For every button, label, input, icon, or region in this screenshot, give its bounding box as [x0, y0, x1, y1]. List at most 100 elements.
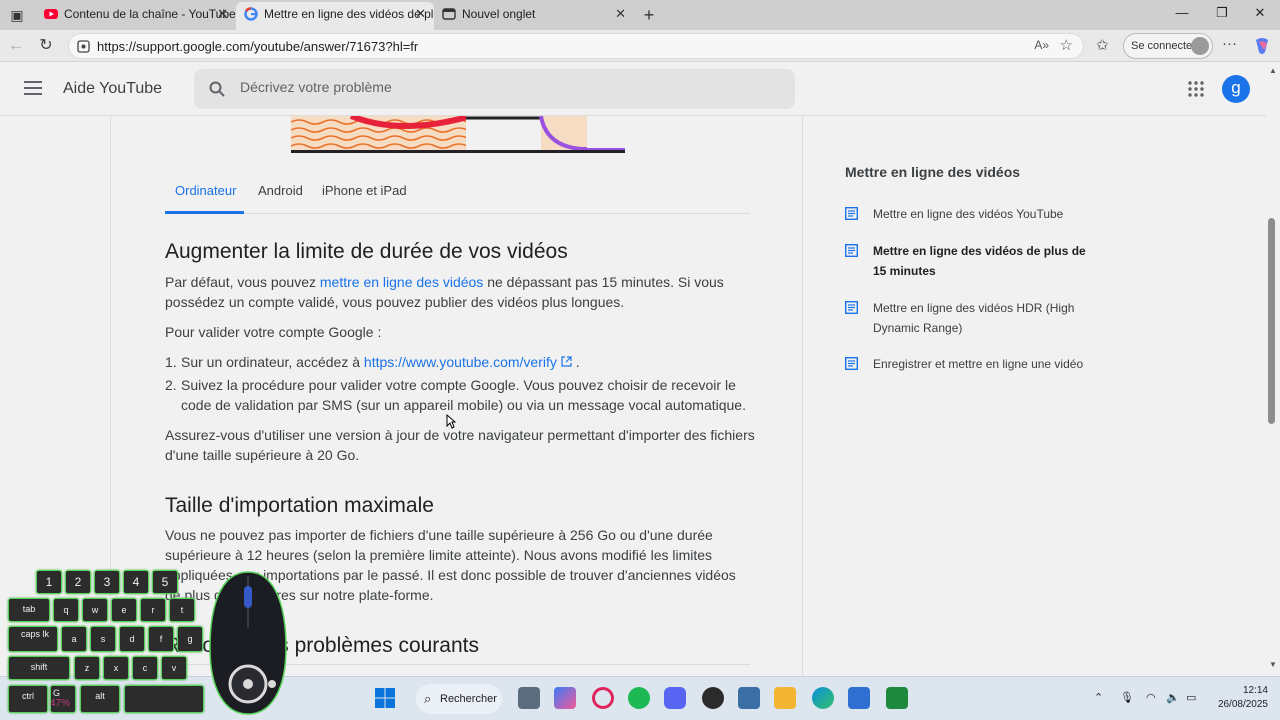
key-r: r [140, 598, 166, 622]
key-3: 3 [94, 570, 120, 594]
sidebar-title: Mettre en ligne des vidéos [845, 164, 1021, 180]
key-5: 5 [152, 570, 178, 594]
taskbar-search[interactable]: ⌕ Rechercher [416, 684, 502, 714]
list-number: 1. [165, 354, 177, 370]
google-icon [244, 7, 258, 21]
task-view-icon[interactable] [518, 687, 540, 709]
device-tabs: Ordinateur Android iPhone et iPad [165, 174, 750, 214]
article-icon [845, 301, 858, 314]
new-tab-button[interactable]: + [640, 6, 658, 24]
search-icon [209, 81, 225, 97]
tab-youtube-studio[interactable]: Contenu de la chaîne - YouTube S ✕ [36, 2, 236, 30]
key-4: 4 [123, 570, 149, 594]
help-search-box[interactable] [194, 69, 795, 109]
sign-in-label: Se connecter [1131, 40, 1196, 52]
key-shift: shift [8, 656, 70, 680]
key-1: 1 [36, 570, 62, 594]
taskbar-clock[interactable]: 12:14 26/08/2025 [1210, 684, 1268, 712]
microphone-icon[interactable]: 🎙 [1120, 691, 1134, 704]
tab-iphone-ipad[interactable]: iPhone et iPad [322, 183, 407, 198]
paragraph-verify-intro: Pour valider votre compte Google : [165, 324, 382, 340]
tab-title: Mettre en ligne des vidéos de plu [264, 7, 434, 21]
scrollbar-thumb[interactable] [1268, 218, 1275, 424]
copilot-app-icon[interactable] [554, 687, 576, 709]
copilot-icon[interactable] [1252, 36, 1272, 56]
article-icon [845, 207, 858, 220]
key-alt: alt [80, 685, 120, 713]
mouse-cursor-icon [446, 414, 456, 429]
help-center-title[interactable]: Aide YouTube [63, 80, 162, 98]
key-caps-lock: caps lk [8, 626, 58, 652]
editor-app-icon[interactable] [848, 687, 870, 709]
list-number: 2. [165, 377, 177, 393]
account-avatar[interactable]: g [1222, 75, 1250, 103]
list-text: Sur un ordinateur, accédez à https://www… [181, 352, 755, 372]
tab-title: Nouvel onglet [462, 7, 536, 21]
favorites-icon[interactable]: ✩ [1096, 36, 1109, 54]
key-tab: tab [8, 598, 50, 622]
more-menu-icon[interactable]: ··· [1222, 35, 1237, 52]
article-icon [845, 244, 858, 257]
discord-icon[interactable] [664, 687, 686, 709]
sidebar-item-label: Enregistrer et mettre en ligne une vidéo [873, 357, 1084, 371]
taskbar-search-label: Rechercher [440, 693, 497, 705]
minimize-icon[interactable]: — [1172, 5, 1192, 20]
close-tab-icon[interactable]: ✕ [217, 2, 228, 26]
file-explorer-icon[interactable] [774, 687, 796, 709]
key-f: f [148, 626, 174, 652]
search-icon: ⌕ [424, 691, 432, 706]
hero-illustration [291, 116, 625, 153]
opera-icon[interactable] [592, 687, 614, 709]
store-icon[interactable] [738, 687, 760, 709]
link-verify[interactable]: https://www.youtube.com/verify [364, 354, 557, 370]
browser-toolbar: ← ↻ https://support.google.com/youtube/a… [0, 30, 1280, 62]
key-q: q [53, 598, 79, 622]
sidebar-item-label: Mettre en ligne des vidéos HDR (High Dyn… [873, 301, 1075, 335]
start-icon[interactable] [374, 687, 396, 709]
clock-date: 26/08/2025 [1217, 699, 1268, 710]
edge-icon[interactable] [812, 687, 834, 709]
close-tab-icon[interactable]: ✕ [615, 2, 626, 26]
help-header: Aide YouTube g [0, 62, 1266, 116]
sidebar-item-label: Mettre en ligne des vidéos de plus de 15… [873, 244, 1086, 278]
main-menu-icon[interactable] [24, 81, 42, 95]
steam-icon[interactable] [702, 687, 724, 709]
tab-android[interactable]: Android [258, 183, 303, 198]
sign-in-button[interactable]: Se connecter [1123, 33, 1213, 59]
close-window-icon[interactable]: ✕ [1250, 5, 1270, 21]
active-tab-indicator [165, 211, 244, 214]
paragraph-browser-note: Assurez-vous d'utiliser une version à jo… [165, 427, 755, 463]
key-s: s [90, 626, 116, 652]
battery-icon[interactable]: ▭ [1186, 691, 1196, 704]
wifi-icon[interactable]: ◠ [1146, 691, 1156, 704]
volume-icon[interactable]: 🔈 [1166, 691, 1180, 704]
favorite-star-icon[interactable]: ☆ [1060, 36, 1073, 54]
spotify-icon[interactable] [628, 687, 650, 709]
tab-title: Contenu de la chaîne - YouTube S [64, 7, 236, 21]
scroll-down-icon[interactable]: ▼ [1269, 660, 1277, 669]
apps-grid-icon[interactable] [1188, 81, 1204, 97]
tab-help-article[interactable]: Mettre en ligne des vidéos de plu ✕ [236, 2, 434, 30]
scroll-up-icon[interactable]: ▲ [1269, 66, 1277, 75]
section-heading-duration: Augmenter la limite de durée de vos vidé… [165, 240, 568, 263]
address-bar[interactable]: https://support.google.com/youtube/answe… [68, 33, 1084, 59]
newtab-icon [442, 8, 456, 20]
key-ctrl: ctrl [8, 685, 48, 713]
link-upload-videos[interactable]: mettre en ligne des vidéos [320, 274, 483, 290]
overlay-percent: 47% [50, 698, 71, 709]
read-aloud-icon[interactable]: A» [1034, 38, 1049, 52]
tab-ordinateur[interactable]: Ordinateur [175, 183, 236, 198]
reload-icon[interactable]: ↻ [36, 36, 56, 56]
key-z: z [74, 656, 100, 680]
notepad-plus-icon[interactable] [886, 687, 908, 709]
search-input[interactable] [240, 79, 760, 95]
restore-icon[interactable]: ❐ [1212, 5, 1232, 21]
tab-new-tab[interactable]: Nouvel onglet ✕ [434, 2, 634, 30]
url-text: https://support.google.com/youtube/answe… [97, 39, 419, 54]
hero-image [291, 116, 625, 150]
close-tab-icon[interactable]: ✕ [415, 2, 426, 26]
tray-overflow-icon[interactable]: ⌃ [1094, 691, 1103, 704]
site-info-icon[interactable] [77, 40, 90, 53]
tab-actions-icon[interactable]: ▣ [8, 6, 26, 24]
back-icon[interactable]: ← [6, 36, 26, 56]
